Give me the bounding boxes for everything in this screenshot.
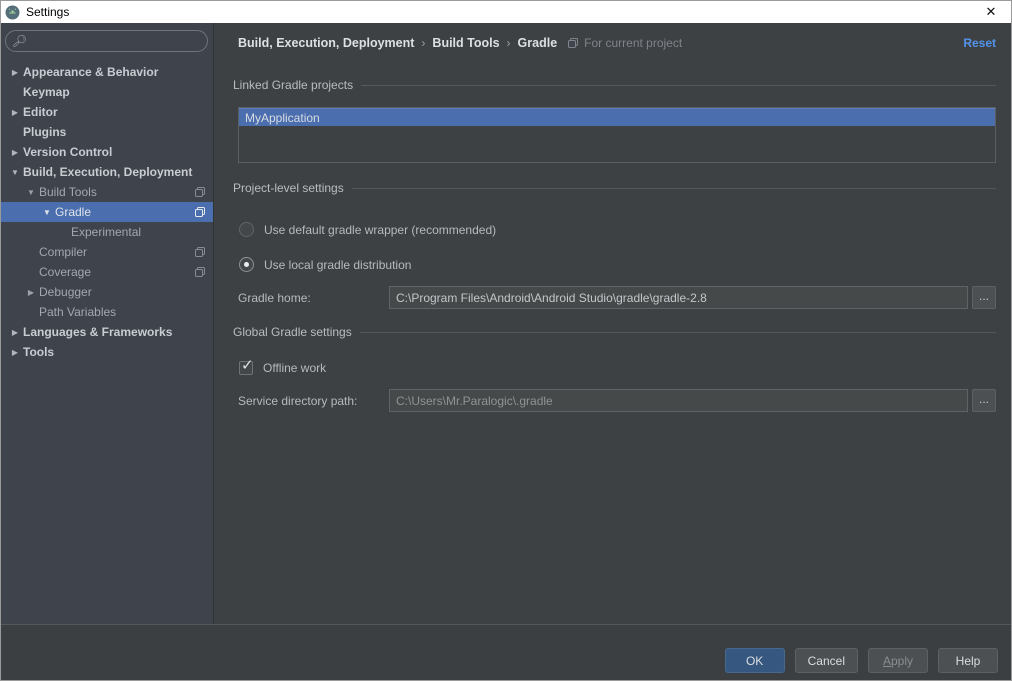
- apply-button[interactable]: Apply: [868, 648, 928, 673]
- sidebar-item-appearance-behavior[interactable]: ▶ Appearance & Behavior: [1, 62, 213, 82]
- cancel-button[interactable]: Cancel: [794, 648, 858, 673]
- android-studio-icon: [5, 5, 20, 20]
- per-project-copy-icon: [194, 246, 206, 258]
- chevron-right-icon[interactable]: ▶: [9, 68, 21, 77]
- sidebar-item-gradle[interactable]: ▼ Gradle: [1, 202, 213, 222]
- per-project-copy-icon: [194, 186, 206, 198]
- chevron-down-icon[interactable]: ▼: [9, 168, 21, 177]
- chevron-down-icon[interactable]: ▼: [25, 188, 37, 197]
- sidebar-item-languages-frameworks[interactable]: ▶ Languages & Frameworks: [1, 322, 213, 342]
- chevron-right-icon[interactable]: ▶: [9, 148, 21, 157]
- breadcrumb-separator: ›: [421, 36, 426, 50]
- title-bar: Settings ✕: [1, 1, 1011, 23]
- settings-sidebar: 🔍︎ ▶ Appearance & Behavior Keymap ▶ Editor…: [1, 23, 214, 624]
- reset-link[interactable]: Reset: [963, 36, 996, 50]
- radio-selected-icon[interactable]: [239, 257, 254, 272]
- settings-tree: ▶ Appearance & Behavior Keymap ▶ Editor Pl…: [1, 62, 213, 362]
- service-directory-input[interactable]: C:\Users\Mr.Paralogic\.gradle: [389, 389, 968, 412]
- breadcrumb: Build, Execution, Deployment › Build Too…: [238, 34, 996, 52]
- sidebar-item-compiler[interactable]: Compiler: [1, 242, 213, 262]
- chevron-down-icon[interactable]: ▼: [41, 208, 53, 217]
- radio-local-gradle-distribution[interactable]: Use local gradle distribution: [239, 257, 996, 272]
- radio-default-gradle-wrapper[interactable]: Use default gradle wrapper (recommended): [239, 222, 996, 237]
- sidebar-item-debugger[interactable]: ▶ Debugger: [1, 282, 213, 302]
- breadcrumb-separator: ›: [506, 36, 511, 50]
- help-button[interactable]: Help: [938, 648, 998, 673]
- project-level-section-header: Project-level settings: [233, 181, 996, 195]
- sidebar-item-build-tools[interactable]: ▼ Build Tools: [1, 182, 213, 202]
- settings-dialog: Settings ✕ 🔍︎ ▶ Appearance & Behavior Key…: [0, 0, 1012, 681]
- linked-projects-list[interactable]: MyApplication: [238, 107, 996, 163]
- gradle-home-row: Gradle home: C:\Program Files\Android\An…: [238, 286, 996, 309]
- breadcrumb-build-execution-deployment[interactable]: Build, Execution, Deployment: [238, 36, 414, 50]
- dialog-footer: OK Cancel Apply Help: [1, 624, 1011, 680]
- service-directory-row: Service directory path: C:\Users\Mr.Para…: [238, 389, 996, 412]
- breadcrumb-gradle[interactable]: Gradle: [518, 36, 558, 50]
- list-item-myapplication[interactable]: MyApplication: [239, 108, 995, 126]
- gradle-settings-panel: Build, Execution, Deployment › Build Too…: [214, 23, 1011, 624]
- gradle-home-label: Gradle home:: [238, 290, 311, 305]
- search-input[interactable]: [31, 34, 199, 48]
- search-box[interactable]: 🔍︎: [5, 30, 208, 52]
- sidebar-item-version-control[interactable]: ▶ Version Control: [1, 142, 213, 162]
- sidebar-item-build-execution-deployment[interactable]: ▼ Build, Execution, Deployment: [1, 162, 213, 182]
- sidebar-item-path-variables[interactable]: Path Variables: [1, 302, 213, 322]
- window-title: Settings: [26, 5, 70, 19]
- offline-work-checkbox-row[interactable]: Offline work: [239, 356, 996, 375]
- sidebar-item-tools[interactable]: ▶ Tools: [1, 342, 213, 362]
- gradle-home-browse-button[interactable]: ...: [972, 286, 996, 309]
- close-icon[interactable]: ✕: [977, 1, 1005, 23]
- sidebar-item-coverage[interactable]: Coverage: [1, 262, 213, 282]
- global-settings-section-header: Global Gradle settings: [233, 325, 996, 339]
- scope-note: For current project: [567, 36, 682, 50]
- radio-icon[interactable]: [239, 222, 254, 237]
- sidebar-item-keymap[interactable]: Keymap: [1, 82, 213, 102]
- checkbox-checked-icon[interactable]: [239, 356, 254, 375]
- breadcrumb-build-tools[interactable]: Build Tools: [432, 36, 499, 50]
- per-project-copy-icon: [194, 206, 206, 218]
- chevron-right-icon[interactable]: ▶: [25, 288, 37, 297]
- sidebar-item-editor[interactable]: ▶ Editor: [1, 102, 213, 122]
- search-icon: 🔍︎: [12, 34, 28, 48]
- per-project-copy-icon: [567, 37, 579, 49]
- per-project-copy-icon: [194, 266, 206, 278]
- chevron-right-icon[interactable]: ▶: [9, 348, 21, 357]
- chevron-right-icon[interactable]: ▶: [9, 108, 21, 117]
- gradle-home-input[interactable]: C:\Program Files\Android\Android Studio\…: [389, 286, 968, 309]
- sidebar-item-plugins[interactable]: Plugins: [1, 122, 213, 142]
- service-directory-browse-button[interactable]: ...: [972, 389, 996, 412]
- service-directory-label: Service directory path:: [238, 393, 358, 408]
- sidebar-item-experimental[interactable]: Experimental: [1, 222, 213, 242]
- ok-button[interactable]: OK: [724, 648, 785, 673]
- linked-projects-section-header: Linked Gradle projects: [233, 78, 996, 92]
- chevron-right-icon[interactable]: ▶: [9, 328, 21, 337]
